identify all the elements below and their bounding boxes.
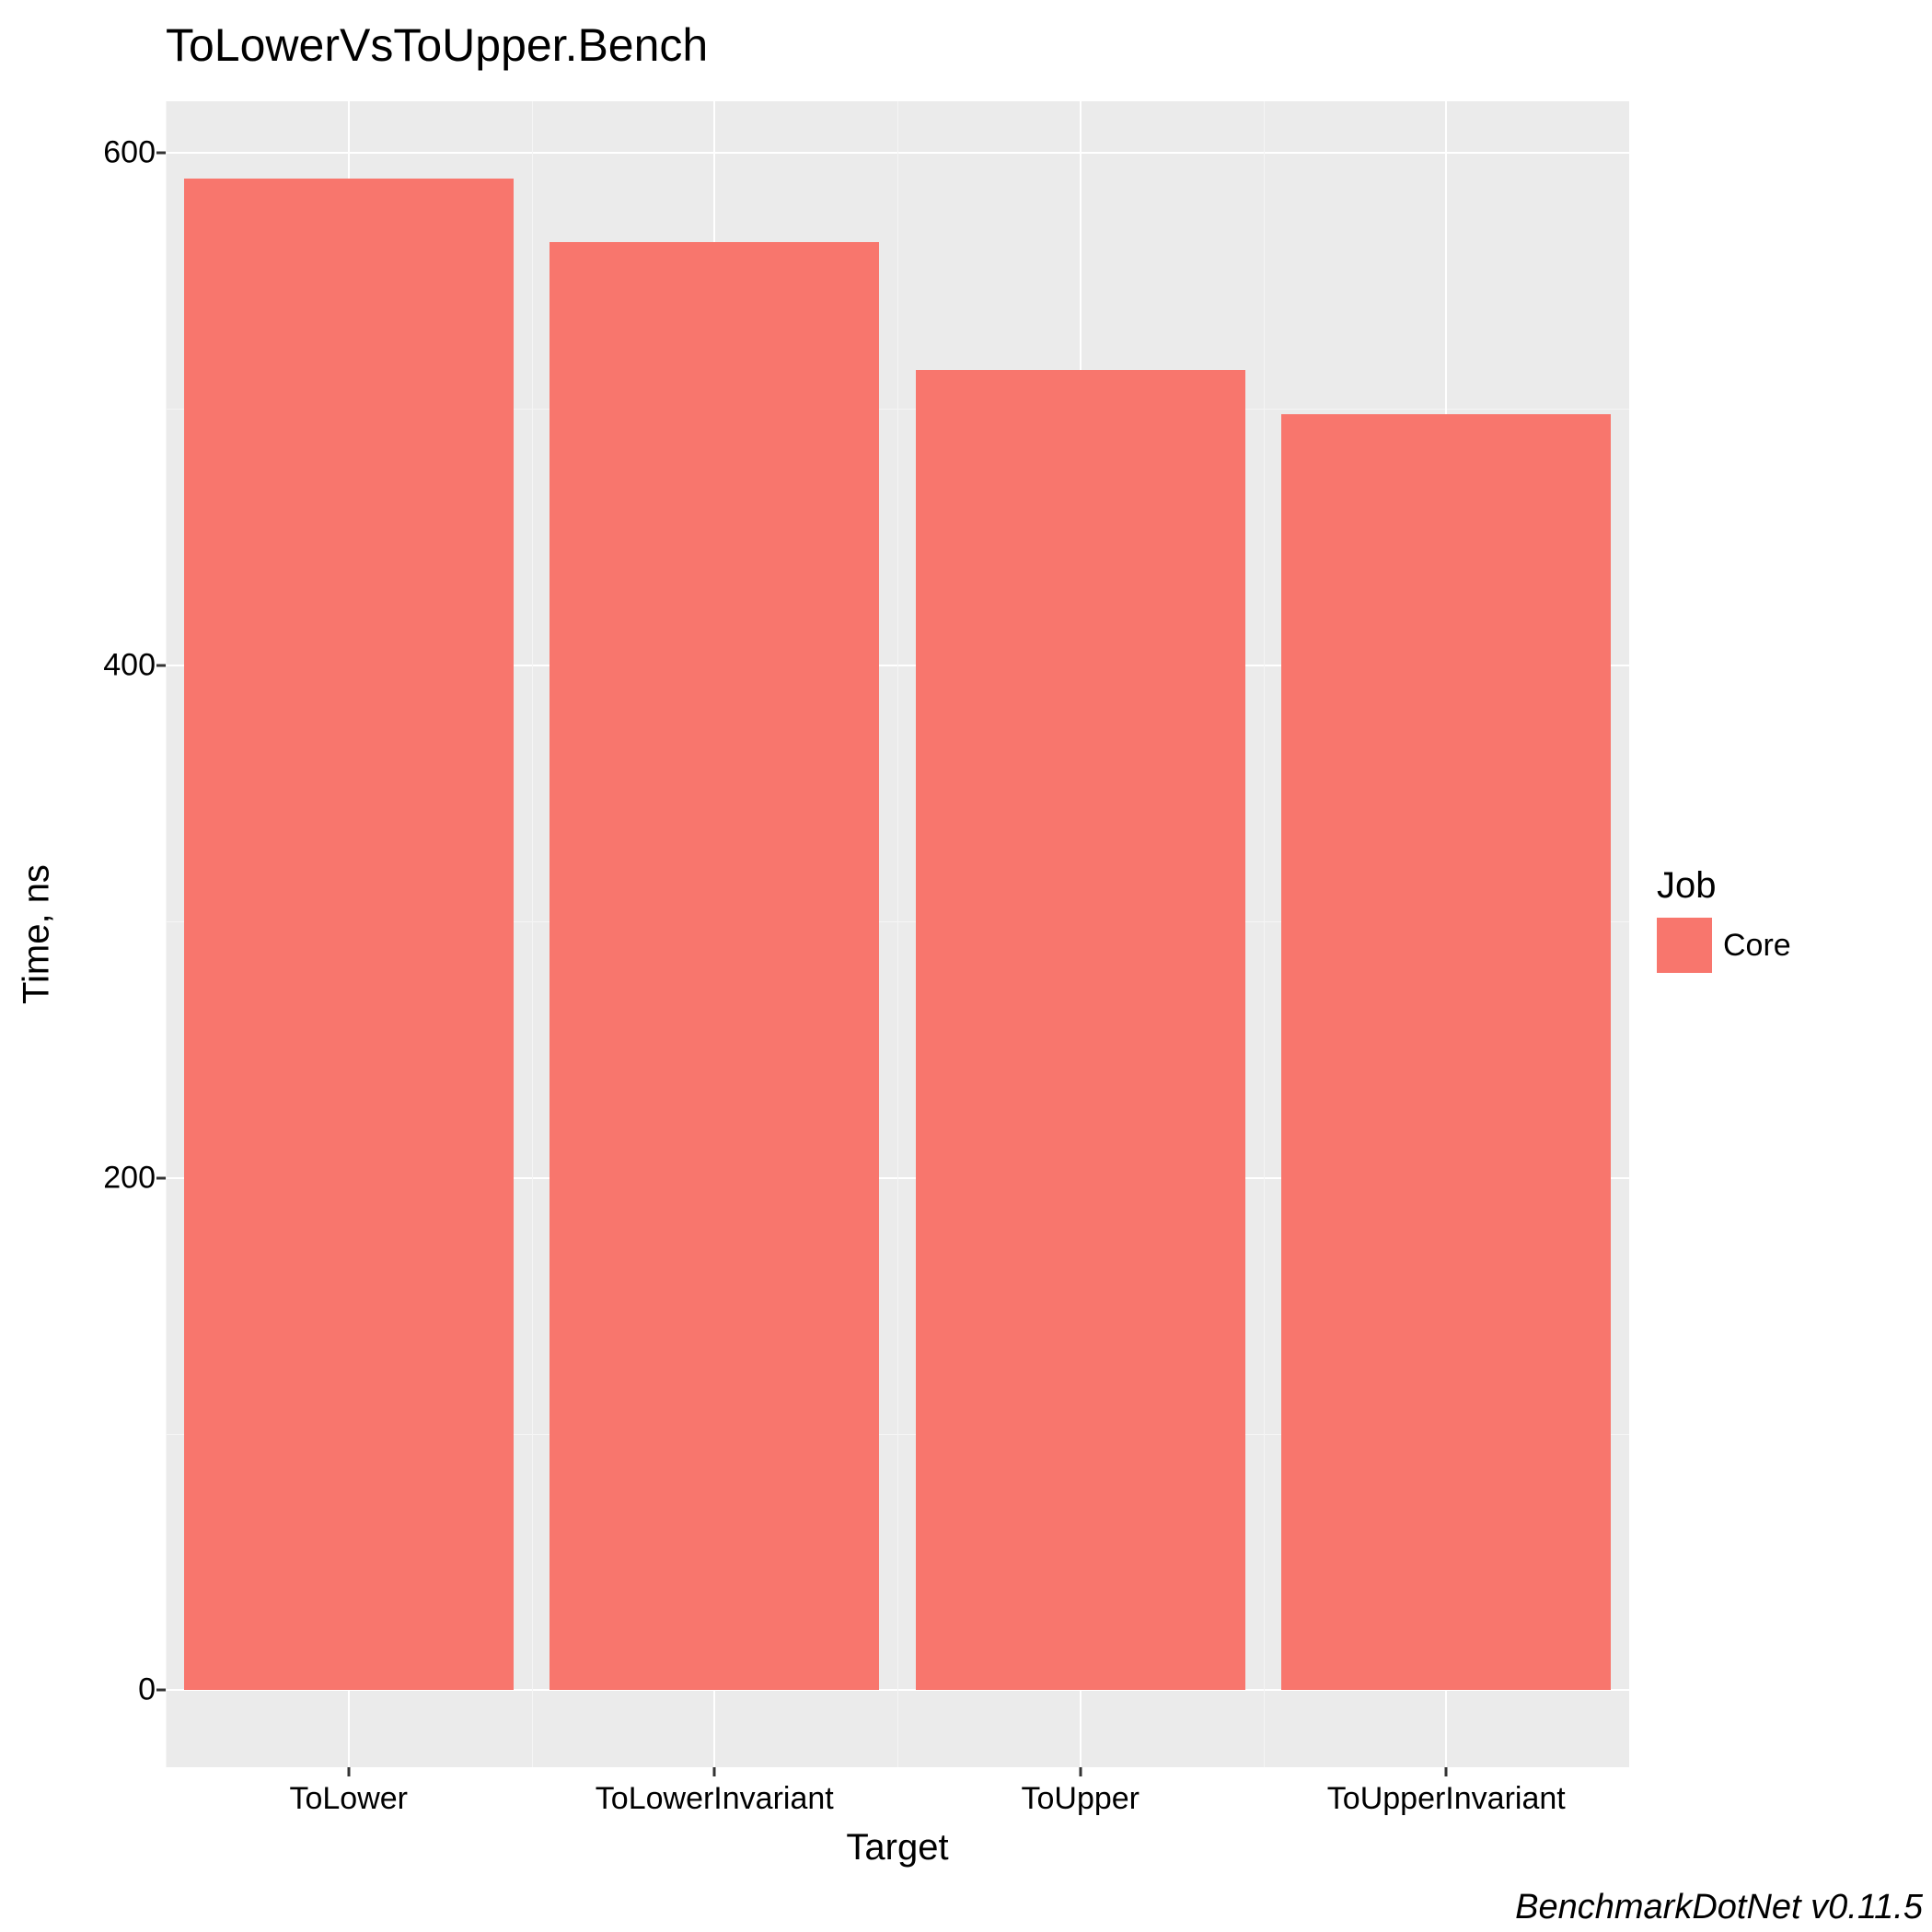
chart-container: ToLowerVsToUpper.Bench Time, ns Target 0… xyxy=(0,0,1932,1932)
y-tick-mark xyxy=(156,1176,166,1179)
bar xyxy=(916,370,1245,1690)
x-tick-mark xyxy=(1079,1767,1082,1776)
legend-title: Job xyxy=(1657,865,1791,907)
y-tick-label: 200 xyxy=(64,1160,156,1196)
bar xyxy=(1281,414,1611,1691)
y-tick-mark xyxy=(156,664,166,666)
grid-line-minor xyxy=(532,101,533,1767)
grid-line-minor xyxy=(166,101,167,1767)
x-tick-mark xyxy=(713,1767,716,1776)
legend-label: Core xyxy=(1723,928,1791,964)
grid-line-minor xyxy=(1264,101,1265,1767)
y-tick-label: 600 xyxy=(64,134,156,170)
x-tick-label: ToUpper xyxy=(1021,1781,1140,1817)
x-axis-label: Target xyxy=(846,1827,948,1868)
y-tick-mark xyxy=(156,1689,166,1692)
x-tick-label: ToUpperInvariant xyxy=(1327,1781,1566,1817)
y-axis-label: Time, ns xyxy=(17,864,58,1004)
plot-area xyxy=(166,101,1629,1767)
legend: Job Core xyxy=(1657,865,1791,973)
legend-item: Core xyxy=(1657,918,1791,973)
x-tick-label: ToLower xyxy=(289,1781,408,1817)
x-tick-mark xyxy=(347,1767,350,1776)
y-tick-mark xyxy=(156,151,166,154)
bar xyxy=(550,242,879,1690)
y-tick-label: 0 xyxy=(64,1672,156,1708)
bar xyxy=(184,179,514,1691)
x-tick-label: ToLowerInvariant xyxy=(596,1781,834,1817)
chart-title: ToLowerVsToUpper.Bench xyxy=(166,18,708,72)
chart-caption: BenchmarkDotNet v0.11.5 xyxy=(1515,1888,1923,1927)
legend-swatch xyxy=(1657,918,1712,973)
grid-line-minor xyxy=(897,101,898,1767)
y-tick-label: 400 xyxy=(64,647,156,683)
x-tick-mark xyxy=(1445,1767,1448,1776)
